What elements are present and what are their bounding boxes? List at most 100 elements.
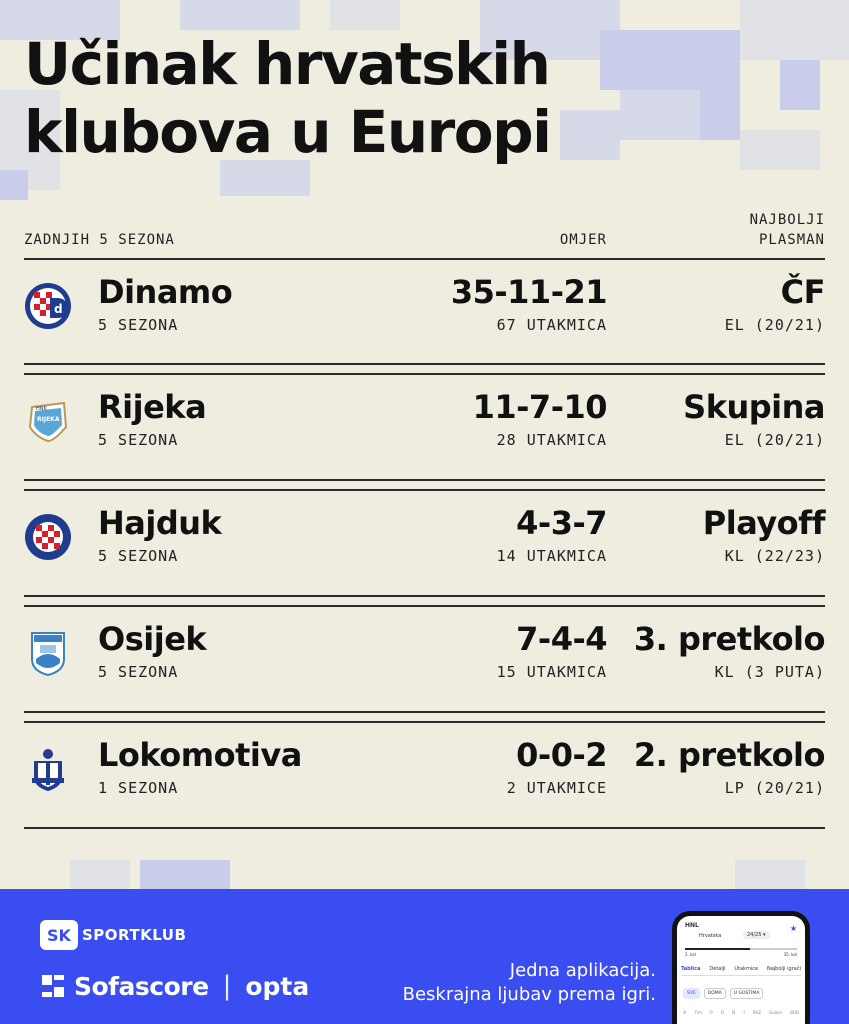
table-row: d Dinamo 5 SEZONA 35-11-21 67 UTAKMICA Č… (24, 260, 826, 364)
divider (24, 595, 825, 597)
phone-chip: SVE (683, 988, 700, 999)
partner-logos: Sofascore | opta (40, 971, 309, 1001)
table-row: RIJEKA HNK Rijeka 5 SEZONA 11-7-10 28 UT… (24, 375, 825, 479)
phone-col: # (683, 1010, 687, 1015)
club-best-competition: KL (3 PUTA) (714, 663, 825, 681)
phone-col: I (743, 1010, 745, 1015)
logo-separator: | (222, 971, 232, 1001)
column-header-record: OMJER (559, 232, 607, 248)
club-best-competition: LP (20/21) (724, 779, 825, 797)
club-best-placement: 3. pretkolo (633, 620, 826, 658)
club-best-placement: ČF (780, 273, 826, 311)
club-matches: 28 UTAKMICA (496, 431, 607, 449)
page-title-line-1: Učinak hrvatskih (24, 30, 551, 98)
phone-col: N (732, 1010, 736, 1015)
club-name: Rijeka (98, 388, 207, 426)
column-header-best-placement: NAJBOLJI PLASMAN (705, 210, 825, 250)
club-seasons: 5 SEZONA (98, 663, 179, 681)
phone-col: Golovi (769, 1010, 782, 1015)
club-name: Dinamo (98, 273, 233, 311)
club-record: 7-4-4 (516, 620, 607, 658)
background-pixel (735, 860, 805, 889)
phone-col: BOD (790, 1010, 799, 1015)
phone-tab: Najbolji igrači (766, 966, 801, 972)
club-name: Osijek (98, 620, 207, 658)
column-header-seasons: ZADNJIH 5 SEZONA (24, 232, 175, 248)
hajduk-crest-icon (25, 514, 71, 560)
column-header-best-line-1: NAJBOLJI (749, 212, 825, 228)
background-pixel (560, 110, 620, 160)
phone-tab: Detalji (709, 966, 726, 972)
background-pixel (740, 130, 820, 170)
footer-banner: SK SPORTKLUB Sofascore | opta Jedna apli… (0, 889, 849, 1024)
phone-season-select: 24/25 ▾ (743, 931, 770, 939)
divider (24, 363, 825, 365)
club-matches: 2 UTAKMICE (506, 779, 607, 797)
club-best-placement: 2. pretkolo (633, 736, 826, 774)
phone-chip: U GOSTIMA (729, 988, 764, 999)
column-header-best-line-2: PLASMAN (758, 232, 825, 248)
page-title-line-2: klubova u Europi (24, 98, 552, 166)
sofascore-logo-text: Sofascore (74, 971, 209, 1001)
phone-round-right: 35. kol (783, 952, 797, 957)
opta-logo-text: opta (245, 971, 310, 1001)
club-best-competition: EL (20/21) (724, 316, 825, 334)
phone-table-header: # Tim P D N I RAZ Golovi BOD (683, 1010, 799, 1015)
app-tagline: Jedna aplikacija. Beskrajna ljubav prema… (403, 959, 656, 1007)
club-best-placement: Skupina (683, 388, 825, 426)
club-best-competition: EL (20/21) (724, 431, 825, 449)
divider (24, 479, 825, 481)
phone-tabs: Tablica Detalji Utakmice Najbolji igrači (681, 966, 801, 976)
background-pixel (620, 90, 700, 140)
table-row: Hajduk 5 SEZONA 4-3-7 14 UTAKMICA Playof… (24, 491, 826, 595)
phone-chip: DOMA (703, 988, 726, 999)
phone-league-title: HNL (685, 922, 699, 929)
club-best-placement: Playoff (702, 504, 826, 542)
background-pixel (740, 0, 849, 60)
phone-round-left: 2. kol (685, 952, 696, 957)
osijek-crest-icon (31, 632, 65, 677)
dinamo-crest-icon: d (25, 283, 71, 329)
svg-text:HNK: HNK (36, 406, 48, 412)
table-row: Lokomotiva 1 SEZONA 0-0-2 2 UTAKMICE 2. … (24, 723, 826, 827)
phone-col: P (710, 1010, 713, 1015)
phone-col: RAZ (752, 1010, 761, 1015)
phone-tab: Tablica (681, 966, 701, 972)
background-pixel (180, 0, 300, 30)
tagline-line-1: Jedna aplikacija. (509, 960, 656, 981)
rijeka-crest-icon: RIJEKA HNK (28, 401, 68, 443)
club-record: 0-0-2 (516, 736, 607, 774)
phone-mockup: HNL Hrvatska 24/25 ▾ ★ 2. kol 35. kol Ta… (672, 911, 810, 1024)
phone-tab: Utakmice (734, 966, 759, 972)
lokomotiva-crest-icon (32, 749, 64, 791)
page-title: Učinak hrvatskih klubova u Europi (24, 30, 552, 166)
background-pixel (780, 60, 820, 110)
phone-progress-bar (685, 948, 797, 950)
background-pixel (600, 30, 680, 90)
background-pixel (70, 860, 130, 889)
background-pixel (140, 860, 230, 889)
divider (24, 711, 825, 713)
phone-country: Hrvatska (699, 933, 722, 939)
sportklub-mark-icon: SK (40, 920, 78, 950)
background-pixel (0, 170, 28, 200)
phone-filter-chips: SVE DOMA U GOSTIMA (683, 988, 799, 999)
tagline-line-2: Beskrajna ljubav prema igri. (402, 984, 656, 1005)
club-matches: 14 UTAKMICA (496, 547, 607, 565)
background-pixel (330, 0, 400, 30)
divider (24, 827, 825, 829)
club-matches: 67 UTAKMICA (496, 316, 607, 334)
club-seasons: 5 SEZONA (98, 547, 179, 565)
club-record: 35-11-21 (450, 273, 608, 311)
club-seasons: 5 SEZONA (98, 431, 179, 449)
club-seasons: 5 SEZONA (98, 316, 179, 334)
svg-text:RIJEKA: RIJEKA (37, 416, 60, 423)
svg-text:d: d (54, 302, 63, 316)
phone-col: Tim (694, 1010, 702, 1015)
sofascore-logo-icon (42, 975, 64, 997)
phone-col: D (720, 1010, 724, 1015)
star-icon: ★ (789, 924, 797, 933)
club-name: Lokomotiva (98, 736, 302, 774)
club-name: Hajduk (98, 504, 222, 542)
club-record: 4-3-7 (516, 504, 607, 542)
